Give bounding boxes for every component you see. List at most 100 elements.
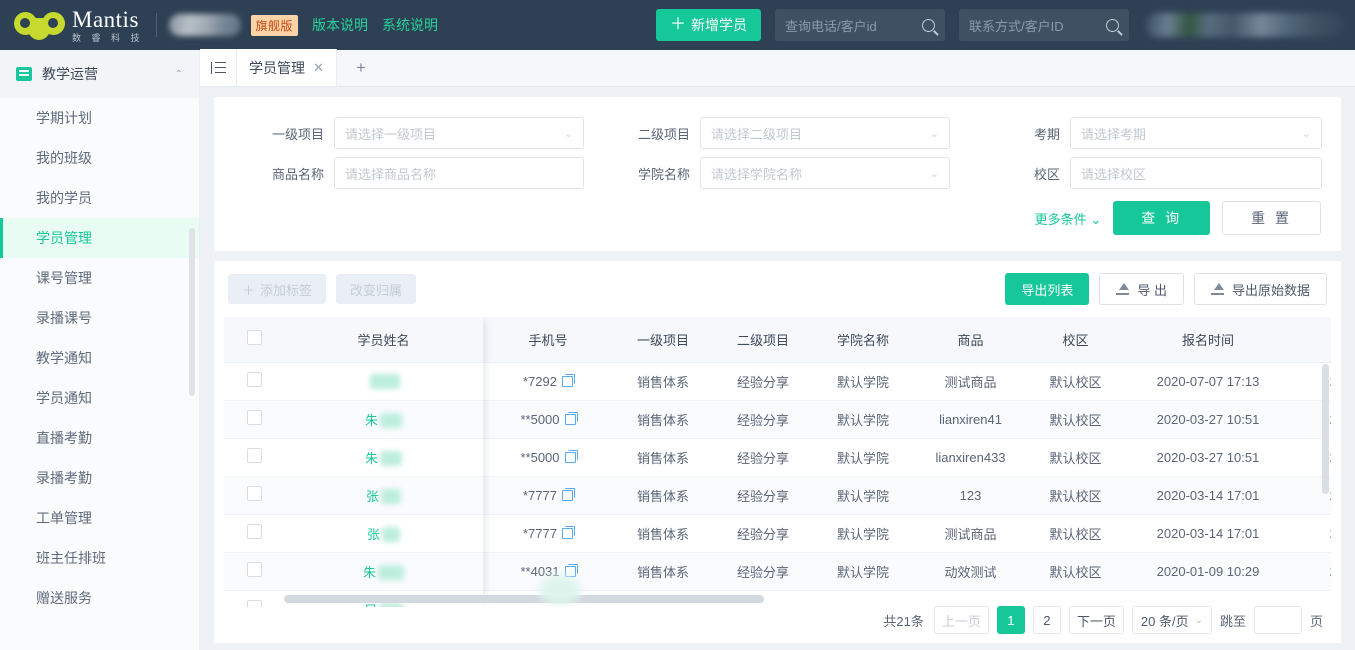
export-raw-data-button[interactable]: 导出原始数据 bbox=[1193, 273, 1327, 305]
table-row[interactable]: 朱 bbox=[224, 552, 483, 591]
copy-icon[interactable] bbox=[561, 487, 575, 501]
pagination-page-2[interactable]: 2 bbox=[1032, 606, 1061, 634]
more-conditions-toggle[interactable]: 更多条件 ⌄ bbox=[1035, 209, 1102, 228]
cell-student-name: 朱 bbox=[284, 552, 483, 591]
version-notes-link[interactable]: 版本说明 bbox=[312, 15, 368, 35]
sidebar-item-12[interactable]: 赠送服务 bbox=[0, 578, 199, 618]
select-all-checkbox[interactable] bbox=[246, 330, 262, 346]
row-checkbox[interactable] bbox=[246, 600, 262, 607]
filter-secondary-project-select[interactable]: 请选择二级项目 ⌄ bbox=[700, 117, 950, 149]
collapse-sidebar-icon[interactable] bbox=[200, 49, 236, 86]
copy-icon[interactable] bbox=[564, 449, 578, 463]
sidebar-item-8[interactable]: 直播考勤 bbox=[0, 418, 199, 458]
system-notes-link[interactable]: 系统说明 bbox=[382, 15, 438, 35]
add-tab-button[interactable]: + bbox=[337, 49, 385, 86]
pagination-total: 共21条 bbox=[883, 613, 924, 629]
cell-signup: 2020-03-14 17:01 bbox=[1123, 514, 1293, 553]
copy-icon[interactable] bbox=[564, 411, 578, 425]
table-row[interactable]: 朱 bbox=[224, 438, 483, 477]
chevron-down-icon: ⌄ bbox=[929, 127, 939, 140]
filter-product-name-input[interactable]: 请选择商品名称 bbox=[334, 157, 584, 189]
sidebar-item-label: 录播考勤 bbox=[36, 470, 92, 486]
sidebar-item-10[interactable]: 工单管理 bbox=[0, 498, 199, 538]
tab-student-management[interactable]: 学员管理 ✕ bbox=[236, 49, 337, 86]
sidebar-item-11[interactable]: 班主任排班 bbox=[0, 538, 199, 578]
row-checkbox[interactable] bbox=[246, 448, 262, 463]
row-checkbox[interactable] bbox=[246, 372, 262, 387]
search-phone-customerid-input[interactable]: 查询电话/客户id bbox=[775, 9, 945, 41]
phone-text: *7292 bbox=[523, 373, 557, 389]
cell-college: 默认学院 bbox=[813, 552, 913, 591]
brand-logo[interactable]: Mantis 数 睿 科 技 bbox=[14, 8, 144, 43]
sidebar-item-label: 学员管理 bbox=[36, 230, 92, 246]
pagination-page-size-label: 20 条/页 bbox=[1140, 613, 1189, 629]
row-checkbox[interactable] bbox=[246, 410, 262, 425]
filter-campus-placeholder: 请选择校区 bbox=[1081, 166, 1147, 182]
table-row[interactable]: 朱 bbox=[224, 400, 483, 439]
sidebar-item-6[interactable]: 教学通知 bbox=[0, 338, 199, 378]
pagination-prev-button[interactable]: 上一页 bbox=[933, 606, 989, 634]
add-student-button[interactable]: ＋ 新增学员 bbox=[655, 9, 761, 41]
search-icon-secondary[interactable] bbox=[1106, 18, 1119, 32]
row-checkbox[interactable] bbox=[246, 524, 262, 539]
chevron-up-icon: ⌃ bbox=[174, 68, 183, 80]
table-row[interactable]: 张 bbox=[224, 476, 483, 515]
sidebar-item-5[interactable]: 录播课号 bbox=[0, 298, 199, 338]
sidebar-item-0[interactable]: 学期计划 bbox=[0, 98, 199, 138]
sidebar-group-teaching-operations[interactable]: 教学运营 ⌃ bbox=[0, 50, 199, 98]
sidebar-item-label: 录播课号 bbox=[36, 310, 92, 326]
sidebar-item-4[interactable]: 课号管理 bbox=[0, 258, 199, 298]
chevron-down-icon: ⌄ bbox=[563, 127, 573, 140]
fixed-left-columns: 学员姓名 朱朱张张朱尼 bbox=[224, 317, 483, 607]
close-icon[interactable]: ✕ bbox=[313, 60, 324, 76]
search-contact-customerid-input[interactable]: 联系方式/客户ID bbox=[959, 9, 1129, 41]
cell-product: lianxiren41 bbox=[913, 400, 1028, 439]
table-vertical-scrollbar[interactable] bbox=[1322, 364, 1329, 494]
sidebar-item-2[interactable]: 我的学员 bbox=[0, 178, 199, 218]
reset-button[interactable]: 重 置 bbox=[1222, 201, 1321, 235]
table-scroll-container[interactable]: 学员姓名手机号一级项目二级项目学院名称商品校区报名时间考期 *7292销售体系经… bbox=[224, 317, 1331, 607]
sidebar-item-3[interactable]: 学员管理 bbox=[0, 218, 199, 258]
filter-label-product-name: 商品名称 bbox=[271, 166, 324, 182]
search-button[interactable]: 查 询 bbox=[1113, 201, 1211, 235]
cell-p1: 销售体系 bbox=[613, 476, 713, 515]
sidebar-scrollbar[interactable] bbox=[189, 228, 195, 396]
table-panel: ＋ 添加标签 改变归属 导出列表 导 出 导出原始数据 手机号 一级项目 二级项… bbox=[214, 261, 1341, 643]
plus-icon: ＋ bbox=[242, 282, 256, 298]
sidebar-item-label: 教学通知 bbox=[36, 350, 92, 366]
add-tag-button[interactable]: ＋ 添加标签 bbox=[228, 274, 327, 304]
table-row[interactable]: 张 bbox=[224, 514, 483, 553]
row-checkbox[interactable] bbox=[246, 486, 262, 501]
pagination-next-button[interactable]: 下一页 bbox=[1068, 606, 1124, 634]
pagination-page-1[interactable]: 1 bbox=[996, 606, 1025, 634]
change-owner-button[interactable]: 改变归属 bbox=[336, 274, 417, 304]
cell-p2: 经验分享 bbox=[713, 476, 813, 515]
row-checkbox[interactable] bbox=[246, 562, 262, 577]
cell-phone: *7292 bbox=[483, 362, 613, 401]
pagination-page-size-select[interactable]: 20 条/页 ⌄ bbox=[1131, 606, 1212, 634]
export-raw-label: 导出原始数据 bbox=[1231, 282, 1310, 298]
export-button[interactable]: 导 出 bbox=[1099, 273, 1184, 305]
filter-college-name-select[interactable]: 请选择学院名称 ⌄ bbox=[700, 157, 950, 189]
sidebar-item-7[interactable]: 学员通知 bbox=[0, 378, 199, 418]
export-list-button[interactable]: 导出列表 bbox=[1005, 273, 1090, 305]
search-icon[interactable] bbox=[922, 18, 935, 32]
filter-label-campus: 校区 bbox=[1033, 166, 1060, 182]
table-horizontal-scrollbar[interactable] bbox=[284, 595, 764, 603]
cell-term: 2019-12 bbox=[1293, 552, 1331, 591]
cell-college: 默认学院 bbox=[813, 400, 913, 439]
table-toolbar: ＋ 添加标签 改变归属 导出列表 导 出 导出原始数据 bbox=[214, 261, 1341, 317]
filter-product-name-placeholder: 请选择商品名称 bbox=[345, 166, 437, 182]
top-bar-right: ＋ 新增学员 查询电话/客户id 联系方式/客户ID bbox=[655, 9, 1355, 41]
sidebar-item-1[interactable]: 我的班级 bbox=[0, 138, 199, 178]
filter-primary-project-select[interactable]: 请选择一级项目 ⌄ bbox=[334, 117, 584, 149]
cell-phone: *7777 bbox=[483, 514, 613, 553]
filter-campus-input[interactable]: 请选择校区 bbox=[1070, 157, 1322, 189]
user-account-redacted[interactable] bbox=[1145, 13, 1345, 37]
copy-icon[interactable] bbox=[561, 525, 575, 539]
copy-icon[interactable] bbox=[561, 373, 575, 387]
filter-exam-term-select[interactable]: 请选择考期 ⌄ bbox=[1070, 117, 1322, 149]
sidebar-item-9[interactable]: 录播考勤 bbox=[0, 458, 199, 498]
pagination-jump-input[interactable] bbox=[1253, 606, 1302, 634]
table-row[interactable] bbox=[224, 362, 483, 401]
